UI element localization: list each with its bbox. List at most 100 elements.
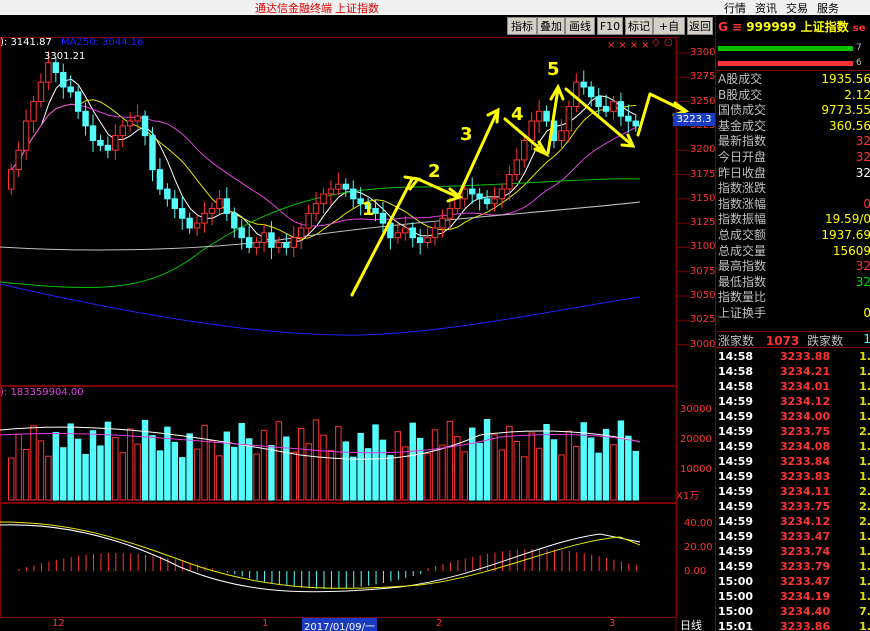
tick-volume: 2. — [859, 500, 870, 513]
candle-down — [141, 115, 149, 137]
quote-row: 最新指数 32 — [718, 134, 870, 149]
macd-tick-label: 20.00 — [684, 542, 713, 553]
volume-bar-down — [625, 435, 632, 501]
tick-price: 3233.84 — [780, 455, 831, 468]
candle-up — [565, 105, 573, 132]
tick-volume: 2. — [859, 425, 870, 438]
candle-up — [305, 212, 312, 229]
tick-volume: 1. — [859, 455, 870, 468]
tick-price: 3233.47 — [780, 575, 831, 588]
volume-bar-up — [30, 425, 37, 501]
annotation-arrow — [648, 92, 687, 113]
overlay-button[interactable]: 叠加 — [537, 17, 565, 35]
candle-down — [231, 212, 238, 229]
tick-volume: 1. — [859, 380, 870, 393]
volume-bar-down — [387, 454, 394, 501]
volume-bar-down — [60, 447, 67, 501]
tick-volume: 1. — [859, 365, 870, 378]
price-tick-label: 3175 — [690, 168, 716, 180]
sell-bar-value: 6 — [856, 58, 862, 68]
f10-button[interactable]: F10 — [597, 17, 623, 35]
candle-up — [253, 242, 260, 248]
candle-up — [216, 198, 223, 210]
volume-bar-up — [275, 421, 283, 501]
candle-down — [580, 81, 587, 88]
volume-bar-down — [617, 420, 625, 501]
quote-value: 32 — [855, 259, 870, 274]
candle-up — [312, 203, 320, 214]
tick-volume: 1. — [859, 395, 870, 408]
macd-indicator — [0, 521, 641, 593]
tick-volume: 7. — [859, 605, 870, 618]
quote-value: 32 — [855, 274, 870, 289]
security-code: 999999 — [746, 20, 797, 34]
menu-service[interactable]: 服务 — [817, 0, 839, 16]
volume-bar-down — [550, 439, 558, 501]
tick-volume: 1. — [859, 410, 870, 423]
period-label[interactable]: 日线 — [680, 617, 702, 631]
candle-down — [52, 62, 60, 73]
quote-value: 32 — [855, 165, 870, 180]
quote-value: 1937.69 — [821, 228, 870, 242]
draw-line-button[interactable]: 画线 — [565, 17, 595, 35]
date-label-mar: 3 — [609, 618, 616, 629]
add-watchlist-button[interactable]: +自选 — [653, 17, 685, 51]
volume-bar-down — [149, 435, 156, 501]
kline-chart[interactable]: 12345 — [0, 37, 715, 631]
back-button[interactable]: 返回 — [687, 17, 713, 35]
volume-bar-up — [297, 427, 305, 501]
ma-line-60 — [0, 178, 641, 289]
tick-price: 3234.19 — [780, 590, 831, 603]
volume-bar-up — [8, 457, 15, 501]
volume-bar-down — [350, 456, 357, 501]
code-prefix: G ≡ — [718, 20, 743, 34]
buy-bar-value: 7 — [856, 43, 862, 53]
tick-price: 3233.75 — [780, 425, 831, 438]
candle-up — [201, 212, 208, 224]
candle-down — [149, 135, 156, 171]
tick-price: 3234.12 — [780, 395, 831, 408]
quote-row: 指数涨跌 — [718, 181, 870, 196]
candle-up — [275, 242, 283, 248]
divider — [716, 70, 870, 71]
quote-value: 32 — [855, 150, 870, 164]
candle-up — [119, 125, 126, 137]
quote-label: A股成交 — [718, 72, 763, 86]
volume-bar-down — [379, 439, 387, 501]
quote-value: 2.12 — [844, 87, 870, 102]
menu-trade[interactable]: 交易 — [786, 0, 808, 16]
annotation-arrow — [636, 92, 652, 137]
indicator-button[interactable]: 指标 — [507, 17, 537, 35]
macd-dif-line — [0, 524, 641, 593]
volume-bar-down — [156, 450, 164, 501]
candle-up — [45, 62, 52, 83]
tick-volume: 1. — [859, 470, 870, 483]
tick-time: 14:59 — [718, 560, 754, 573]
window-title-bar: 通达信金融终端 上证指数 行情 资讯 交易 服务 — [0, 0, 870, 15]
menu-news[interactable]: 资讯 — [755, 0, 777, 16]
volume-bar-up — [134, 443, 141, 501]
candle-up — [402, 227, 409, 234]
menu-market[interactable]: 行情 — [724, 0, 746, 16]
volume-bar-up — [513, 441, 521, 501]
current-price-box: 3223.3 — [673, 113, 715, 126]
volume-bar-up — [126, 428, 134, 501]
quote-row: 上证换手 0 — [718, 306, 870, 321]
tick-price: 3234.40 — [780, 605, 831, 618]
ma-line-250 — [0, 283, 641, 336]
candle-up — [37, 81, 45, 103]
volume-bar-down — [632, 450, 639, 501]
candle-down — [104, 144, 112, 151]
security-flag: se — [852, 23, 866, 34]
volume-bar-down — [179, 457, 186, 501]
quote-label: 总成交额 — [718, 228, 767, 242]
volume-bar-down — [186, 433, 193, 501]
quote-row: 指数振幅 19.59/0 — [718, 212, 870, 227]
volume-tick-label: 10000 — [680, 464, 712, 475]
sell-bar — [718, 61, 853, 66]
price-tick-label: 3150 — [690, 192, 716, 204]
tick-row: 14:59 3234.12 1. — [718, 394, 870, 409]
mark-button[interactable]: 标记 — [625, 17, 653, 35]
tick-row: 14:58 3234.01 1. — [718, 379, 870, 394]
quote-label: 最高指数 — [718, 259, 767, 274]
